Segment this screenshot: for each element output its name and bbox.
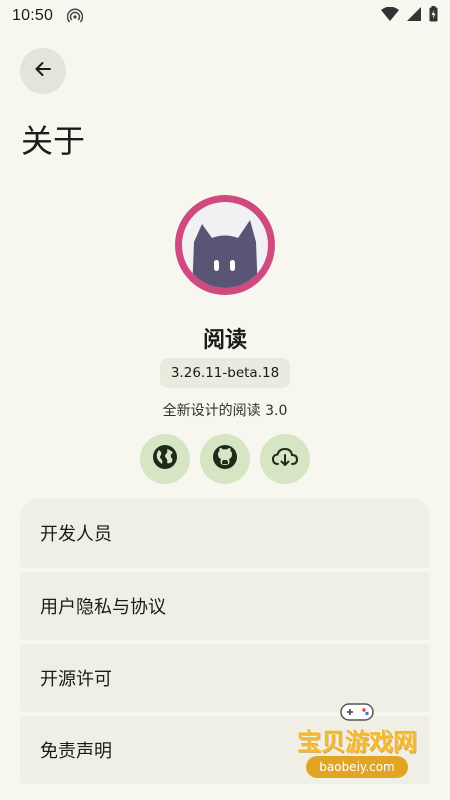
status-indicators — [381, 6, 438, 26]
cell-signal-icon — [407, 7, 421, 25]
globe-icon — [152, 444, 178, 474]
page-title: 关于 — [21, 122, 86, 160]
github-button[interactable] — [200, 434, 250, 484]
watermark-url: baobeiy.com — [306, 756, 408, 778]
watermark-text: 宝贝游戏网 — [297, 728, 417, 756]
list-item-label: 免责声明 — [40, 741, 112, 762]
status-bar: 10:50 — [0, 0, 450, 32]
app-avatar — [175, 195, 275, 295]
list-item-developers[interactable]: 开发人员 — [20, 498, 430, 568]
cloud-download-icon — [271, 445, 299, 473]
list-item-label: 用户隐私与协议 — [40, 597, 166, 618]
cat-logo-icon — [182, 202, 268, 288]
arrow-back-icon — [33, 59, 53, 83]
battery-icon — [429, 6, 438, 26]
list-item-privacy[interactable]: 用户隐私与协议 — [20, 572, 430, 640]
action-buttons — [140, 434, 310, 484]
app-name: 阅读 — [202, 328, 247, 353]
status-time: 10:50 — [12, 7, 54, 24]
version-chip[interactable]: 3.26.11-beta.18 — [160, 358, 290, 388]
website-button[interactable] — [140, 434, 190, 484]
hotspot-icon — [66, 8, 84, 24]
app-description: 全新设计的阅读 3.0 — [162, 403, 288, 419]
list-item-label: 开源许可 — [40, 669, 112, 690]
wifi-icon — [381, 6, 399, 25]
update-button[interactable] — [260, 434, 310, 484]
list-item-label: 开发人员 — [40, 524, 112, 545]
back-button[interactable] — [20, 48, 66, 94]
github-icon — [212, 444, 238, 474]
watermark: 宝贝游戏网 baobeiy.com — [282, 700, 432, 790]
